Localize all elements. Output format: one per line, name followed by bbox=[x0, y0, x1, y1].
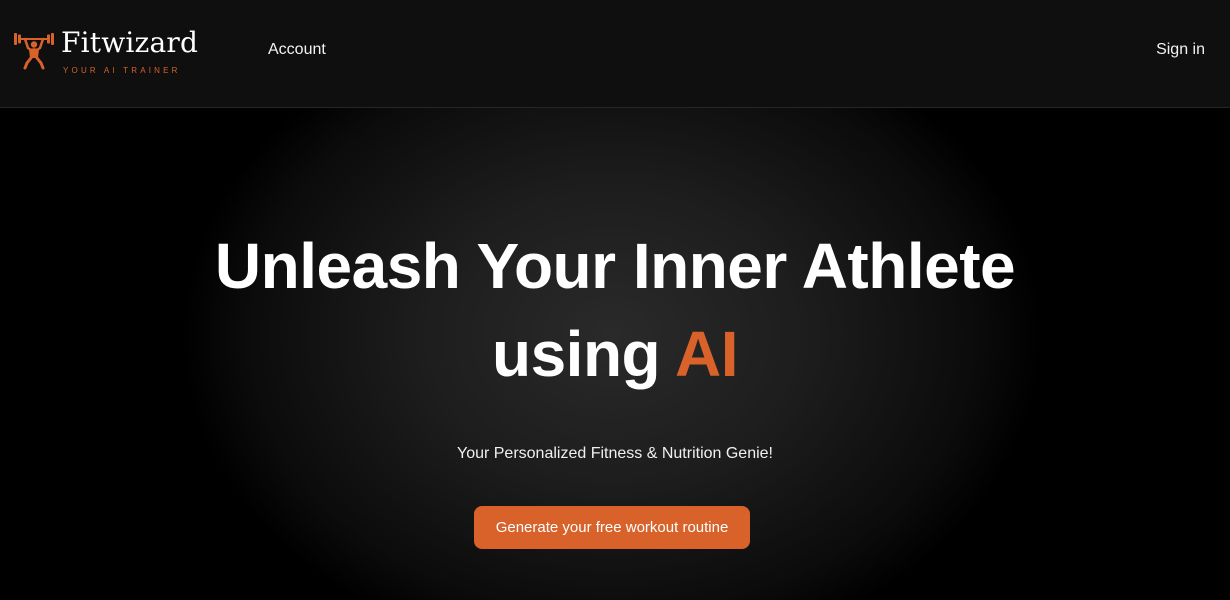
top-navigation-bar: Fitwizard YOUR AI TRAINER Account Sign i… bbox=[0, 0, 1230, 108]
brand-logo-link[interactable]: Fitwizard YOUR AI TRAINER bbox=[12, 26, 212, 78]
generate-workout-button[interactable]: Generate your free workout routine bbox=[474, 506, 750, 549]
hero-headline-line1: Unleash Your Inner Athlete bbox=[214, 230, 1016, 302]
brand-name: Fitwizard bbox=[61, 26, 199, 59]
hero-subtitle: Your Personalized Fitness & Nutrition Ge… bbox=[456, 445, 773, 462]
sign-in-link[interactable]: Sign in bbox=[1156, 40, 1205, 60]
hero-headline-line2: using bbox=[491, 318, 661, 390]
landing-page: Fitwizard YOUR AI TRAINER Account Sign i… bbox=[0, 0, 1230, 600]
brand-tagline: YOUR AI TRAINER bbox=[63, 66, 181, 75]
weightlifter-icon bbox=[12, 30, 56, 70]
nav-account-link[interactable]: Account bbox=[268, 40, 326, 60]
hero-headline: Unleash Your Inner Athlete using AI bbox=[0, 222, 1230, 398]
hero-headline-accent: AI bbox=[675, 318, 739, 390]
